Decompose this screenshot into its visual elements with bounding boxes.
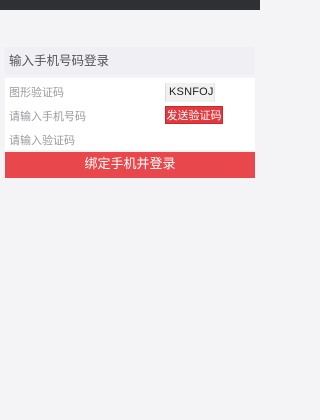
captcha-image[interactable]: KSNFOJ [165,83,215,102]
login-form: 图形验证码 KSNFOJ 请输入手机号码 发送验证码 请输入验证码 [5,78,255,150]
phone-input[interactable]: 请输入手机号码 [9,108,86,124]
phone-row: 请输入手机号码 发送验证码 [5,104,255,128]
code-row: 请输入验证码 [5,128,255,152]
verification-code-input[interactable]: 请输入验证码 [9,132,75,148]
send-code-button[interactable]: 发送验证码 [165,106,223,124]
captcha-row: 图形验证码 KSNFOJ [5,80,255,104]
captcha-input[interactable]: 图形验证码 [9,84,64,100]
page-title: 输入手机号码登录 [5,47,255,75]
status-bar [0,0,260,10]
bind-phone-login-button[interactable]: 绑定手机并登录 [5,152,255,178]
